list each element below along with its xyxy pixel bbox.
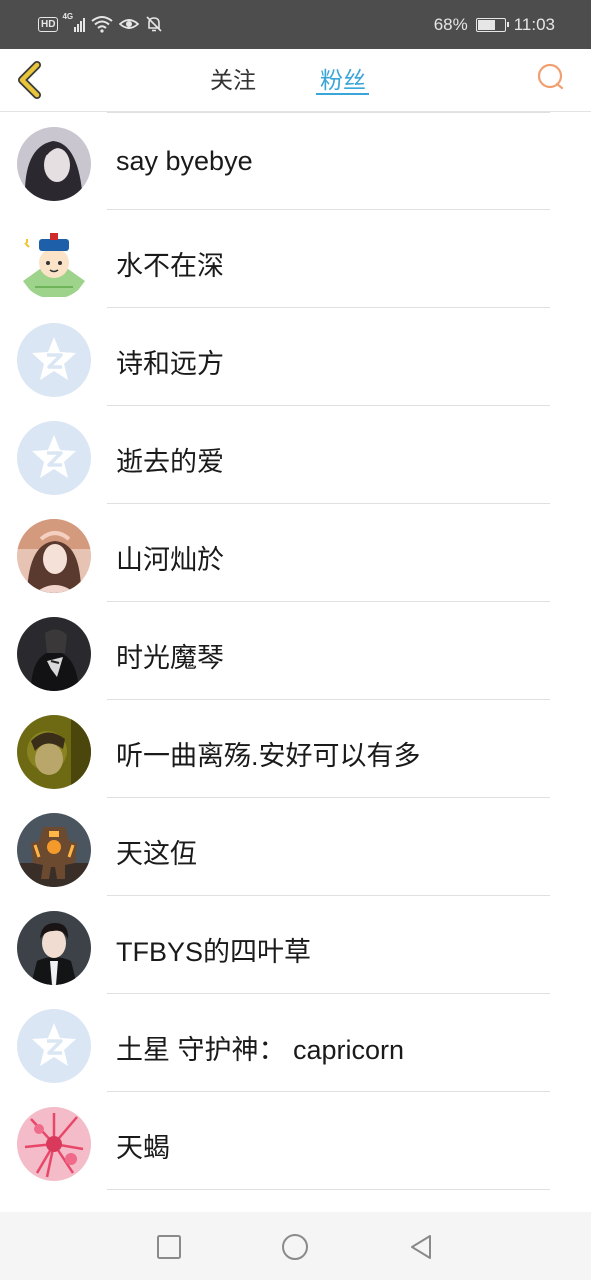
fan-list-item[interactable]: 山河灿於 [0, 504, 591, 602]
fan-list-item[interactable]: TFBYS的四叶草 [0, 896, 591, 994]
tab-fans[interactable]: 粉丝 [315, 61, 371, 101]
eye-comfort-icon [119, 19, 140, 29]
network-type-label: 4G [62, 12, 74, 21]
back-button[interactable] [10, 57, 54, 101]
search-button[interactable] [531, 59, 571, 99]
battery-icon [475, 18, 509, 32]
circle-icon [282, 1234, 308, 1260]
square-icon [157, 1235, 181, 1259]
fans-list: say byebye 水不在深诗和远方逝去的爱山河灿於时光魔琴听一曲离殇.安好可以… [0, 112, 591, 1212]
avatar[interactable] [17, 1107, 91, 1181]
system-navigation-bar [0, 1212, 591, 1280]
photo-boy-image [17, 911, 91, 985]
cartoon-green-image [17, 225, 91, 299]
back-nav-button[interactable] [406, 1232, 436, 1262]
hd-badge: HD [38, 16, 59, 32]
photo-flower-image [17, 1107, 91, 1181]
default-qq-image [17, 323, 91, 397]
tab-following[interactable]: 关注 [205, 61, 261, 101]
default-qq-image [17, 421, 91, 495]
fan-list-item[interactable]: 听一曲离殇.安好可以有多 [0, 700, 591, 798]
fan-nickname: 诗和远方 [116, 349, 224, 379]
top-nav-bar: 关注 粉丝 [0, 49, 591, 112]
avatar[interactable] [17, 911, 91, 985]
avatar[interactable] [17, 519, 91, 593]
fan-list-item[interactable]: 诗和远方 [0, 308, 591, 406]
photo-robot-image [17, 813, 91, 887]
avatar[interactable] [17, 1009, 91, 1083]
fan-list-item[interactable]: 天蝎 [0, 1092, 591, 1190]
fan-list-item[interactable]: 逝去的爱 [0, 406, 591, 504]
fan-nickname: 水不在深 [116, 251, 224, 281]
fan-list-item[interactable]: 时光魔琴 [0, 602, 591, 700]
avatar[interactable] [17, 323, 91, 397]
avatar[interactable] [17, 127, 91, 201]
fan-nickname: say byebye [116, 146, 253, 176]
avatar[interactable] [17, 225, 91, 299]
signal-icon: 4G [62, 12, 86, 32]
photo-girl-image [17, 519, 91, 593]
fan-nickname: 逝去的爱 [116, 447, 224, 477]
mute-bell-icon [146, 16, 163, 32]
fan-nickname: 山河灿於 [116, 545, 224, 575]
row-divider [107, 1189, 550, 1190]
avatar[interactable] [17, 617, 91, 691]
fan-list-item[interactable]: 水不在深 [0, 210, 591, 308]
wifi-icon [91, 16, 114, 33]
photo-dark-hair-image [17, 127, 91, 201]
status-icons-left: HD 4G [38, 12, 163, 34]
battery-percent: 68% [433, 15, 468, 34]
chevron-left-icon [18, 61, 41, 99]
avatar[interactable] [17, 715, 91, 789]
default-qq-image [17, 1009, 91, 1083]
battery-fill [477, 20, 495, 30]
fan-list-item[interactable]: 天这仾 [0, 798, 591, 896]
avatar[interactable] [17, 813, 91, 887]
fan-nickname: TFBYS的四叶草 [116, 937, 312, 967]
triangle-back-icon [411, 1235, 431, 1259]
recent-apps-button[interactable] [154, 1232, 184, 1262]
fan-nickname: 天蝎 [116, 1133, 170, 1163]
active-tab-indicator [316, 93, 369, 95]
fan-list-item[interactable]: say byebye [0, 112, 591, 210]
search-icon [537, 63, 564, 90]
photo-olive-image [17, 715, 91, 789]
fan-nickname: 听一曲离殇.安好可以有多 [116, 741, 421, 771]
fan-nickname: 土星 守护神： capricorn [116, 1035, 405, 1065]
home-button[interactable] [280, 1232, 310, 1262]
fan-nickname: 时光魔琴 [116, 643, 224, 673]
photo-dark-image [17, 617, 91, 691]
status-icons-right: 68% 11:03 [434, 14, 555, 36]
fan-nickname: 天这仾 [116, 839, 197, 869]
avatar[interactable] [17, 421, 91, 495]
clock: 11:03 [513, 15, 555, 34]
fan-list-item[interactable]: 土星 守护神： capricorn [0, 994, 591, 1092]
status-bar: HD 4G 68% 11:03 [0, 0, 591, 49]
